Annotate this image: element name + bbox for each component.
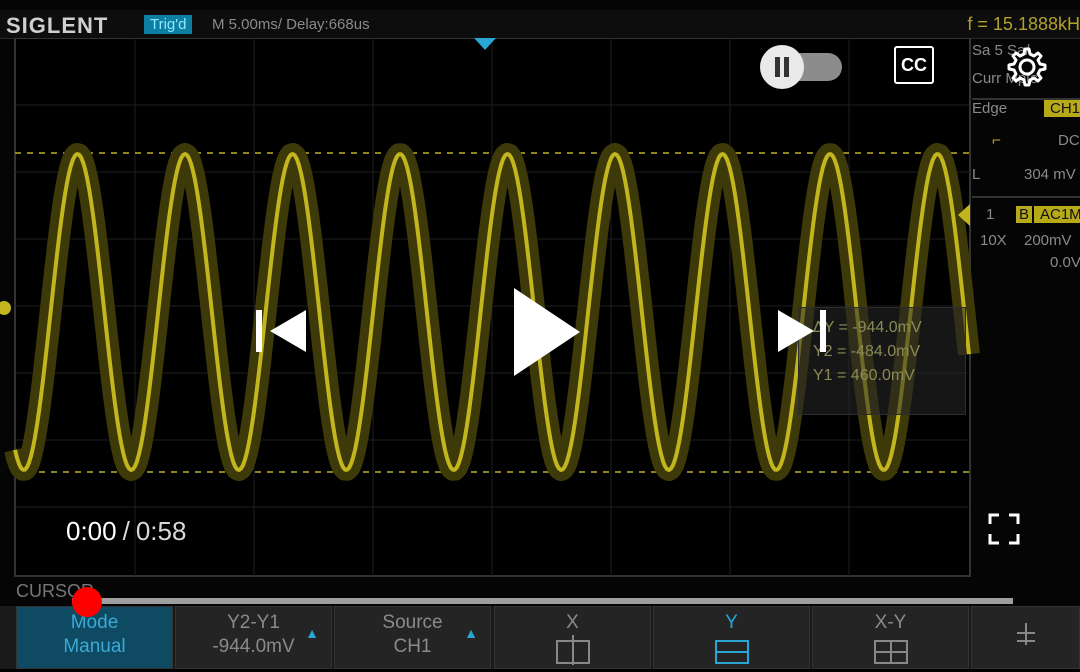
time-separator: /	[122, 516, 130, 546]
duration: 0:58	[135, 516, 187, 546]
current-time: 0:00	[66, 516, 117, 546]
time-display: 0:00/0:58	[66, 516, 186, 547]
play-icon[interactable]	[510, 286, 582, 378]
fullscreen-icon[interactable]	[988, 513, 1020, 545]
scrubber-handle[interactable]	[72, 587, 102, 617]
skip-next-icon[interactable]	[776, 308, 830, 354]
pause-icon	[760, 45, 804, 89]
autoplay-toggle[interactable]	[760, 45, 842, 89]
video-player-overlay: CC 0:00/0:58	[0, 0, 1080, 669]
cc-icon[interactable]: CC	[894, 46, 934, 84]
gear-icon[interactable]	[1003, 43, 1051, 91]
skip-previous-icon[interactable]	[254, 308, 308, 354]
progress-bar[interactable]	[72, 598, 1013, 604]
